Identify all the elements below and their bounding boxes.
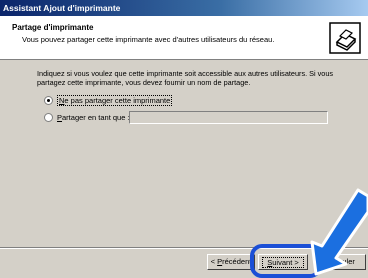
description-line-1: Indiquez si vous voulez que cette imprim…	[37, 69, 334, 78]
option-share[interactable]: Partager en tant que :	[44, 113, 130, 122]
description-text: Indiquez si vous voulez que cette imprim…	[37, 69, 337, 87]
page-subtitle: Vous pouvez partager cette imprimante av…	[22, 35, 275, 44]
share-name-input[interactable]	[129, 111, 328, 124]
share-radio[interactable]	[44, 113, 53, 122]
window-title: Assistant Ajout d'imprimante	[3, 3, 121, 13]
wizard-header: Partage d'imprimante Vous pouvez partage…	[0, 16, 368, 60]
printer-wizard-icon	[329, 22, 361, 54]
back-label-rest: récédent	[222, 257, 252, 266]
window-titlebar[interactable]: Assistant Ajout d'imprimante	[0, 0, 368, 16]
no-share-label-text: e pas partager cette imprimante	[64, 96, 171, 105]
description-line-2: partagez cette imprimante, vous devez fo…	[37, 78, 251, 87]
option-no-share[interactable]: Ne pas partager cette imprimante	[44, 95, 173, 106]
pointer-arrow-icon	[310, 188, 368, 276]
no-share-label[interactable]: Ne pas partager cette imprimante	[57, 95, 173, 106]
back-button[interactable]: < Précédent	[207, 254, 255, 270]
share-label[interactable]: Partager en tant que :	[57, 113, 130, 122]
no-share-radio[interactable]	[44, 96, 53, 105]
page-title: Partage d'imprimante	[12, 23, 94, 32]
share-label-text: artager en tant que :	[62, 113, 130, 122]
